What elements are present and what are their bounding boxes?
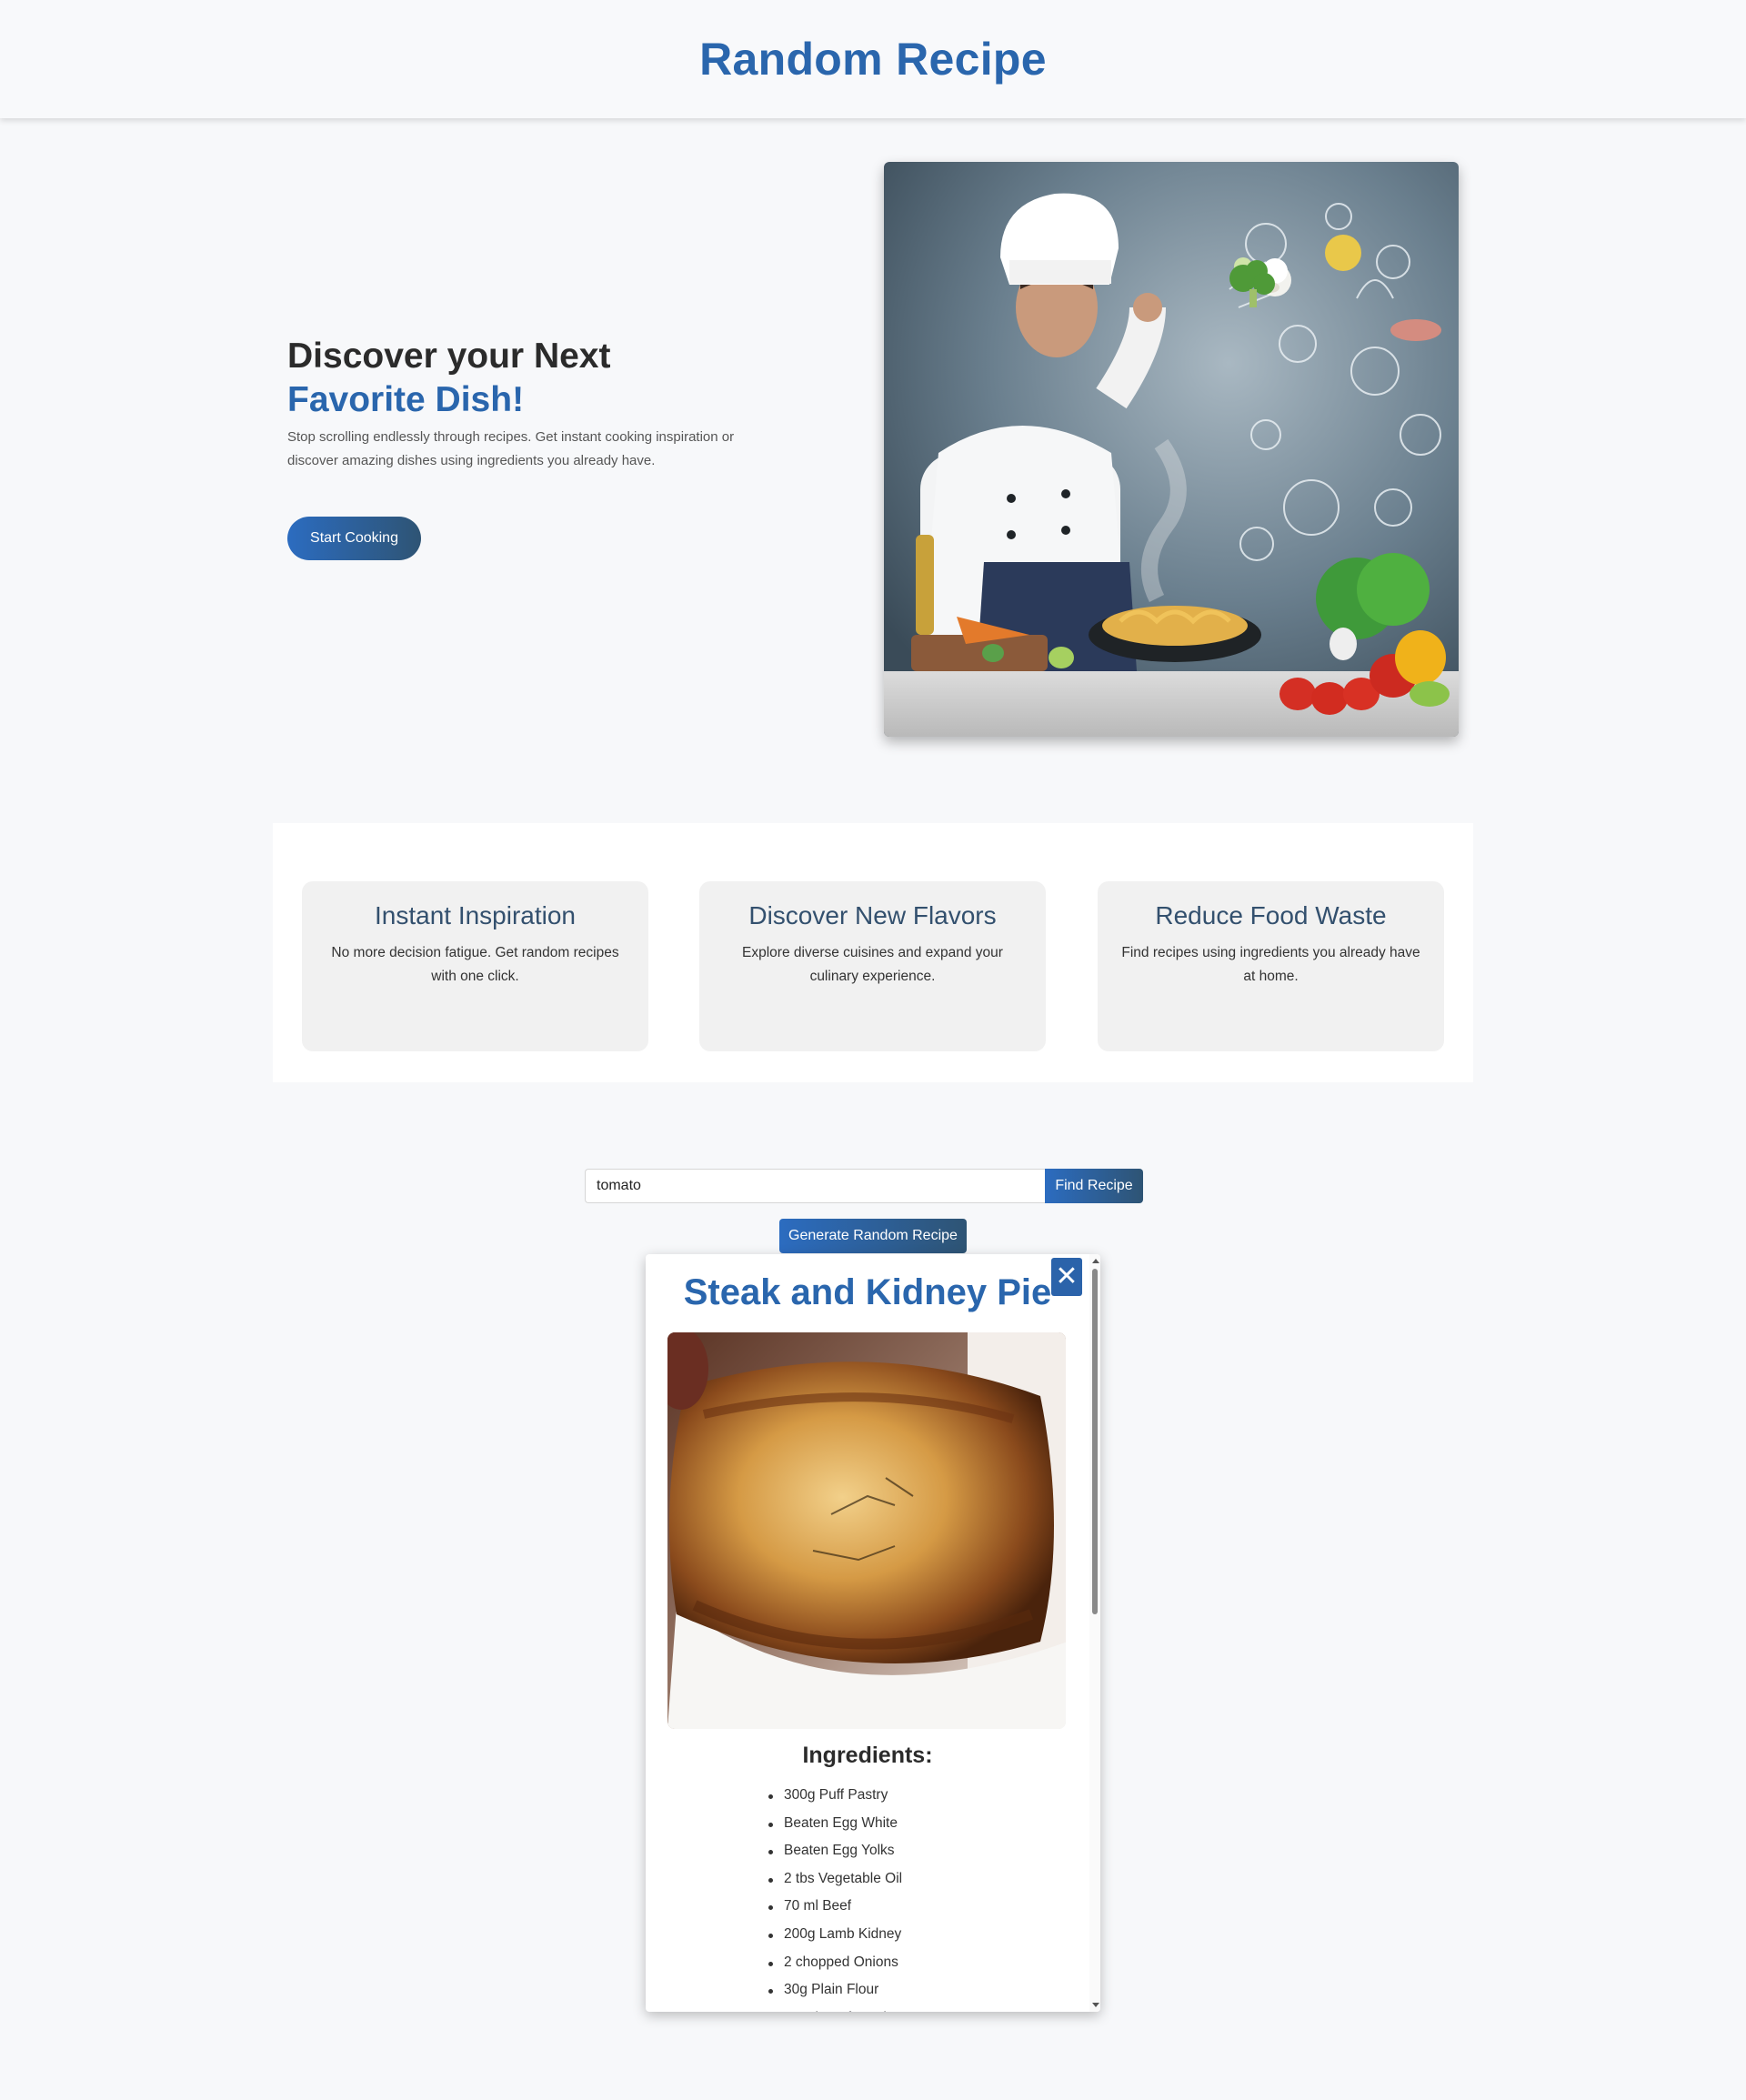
ingredient-item: 200g Lamb Kidney: [768, 1921, 902, 1949]
hero-text: Discover your Next Favorite Dish! Stop s…: [287, 335, 742, 472]
generate-random-recipe-button[interactable]: Generate Random Recipe: [779, 1219, 967, 1253]
feature-description: Explore diverse cuisines and expand your…: [742, 945, 1003, 984]
chef-illustration: [884, 162, 1459, 737]
scroll-down-arrow-icon[interactable]: [1092, 2003, 1099, 2007]
feature-description: Find recipes using ingredients you alrea…: [1121, 945, 1420, 984]
recipe-image: [667, 1332, 1066, 1729]
ingredient-item: 300g Puff Pastry: [768, 1782, 902, 1810]
feature-title: Discover New Flavors: [748, 901, 997, 929]
ingredient-item: 85 ml Beef Stock: [784, 2005, 902, 2012]
feature-description: No more decision fatigue. Get random rec…: [331, 945, 619, 984]
hero-chef-image: [884, 162, 1459, 737]
recipe-title: Steak and Kidney Pie: [683, 1272, 1052, 1312]
scroll-up-arrow-icon[interactable]: [1092, 1259, 1099, 1263]
feature-title: Reduce Food Waste: [1155, 901, 1387, 929]
site-header: Random Recipe: [0, 0, 1746, 118]
find-recipe-button[interactable]: Find Recipe: [1045, 1169, 1143, 1203]
ingredient-item: 2 chopped Onions: [768, 1949, 902, 1977]
features-section: Instant Inspiration No more decision fat…: [273, 823, 1473, 1082]
ingredient-search-input[interactable]: [585, 1169, 1045, 1203]
feature-card-instant-inspiration: Instant Inspiration No more decision fat…: [302, 881, 648, 1051]
modal-scrollbar[interactable]: [1089, 1254, 1100, 2012]
hero-heading-line1: Discover your Next: [287, 337, 611, 376]
hero-heading-accent: Favorite Dish!: [287, 380, 525, 419]
feature-title: Instant Inspiration: [374, 901, 577, 929]
ingredient-item: 70 ml Beef: [768, 1893, 902, 1921]
pie-illustration: [667, 1332, 1066, 1729]
feature-card-reduce-food-waste: Reduce Food Waste Find recipes using ing…: [1098, 881, 1444, 1051]
hero-heading: Discover your Next Favorite Dish!: [287, 335, 742, 422]
feature-card-discover-new-flavors: Discover New Flavors Explore diverse cui…: [699, 881, 1046, 1051]
ingredient-item: Beaten Egg White: [768, 1810, 902, 1838]
site-title: Random Recipe: [699, 34, 1047, 85]
start-cooking-button[interactable]: Start Cooking: [287, 517, 421, 560]
ingredients-heading: Ingredients:: [802, 1743, 933, 1768]
recipe-modal-content: ✕ Steak and Kidney Pie Ingredients: 300g…: [646, 1254, 1089, 2012]
ingredients-list: 300g Puff Pastry Beaten Egg White Beaten…: [768, 1782, 902, 2012]
ingredient-item: 30g Plain Flour: [768, 1976, 902, 2005]
recipe-modal: ✕ Steak and Kidney Pie Ingredients: 300g…: [646, 1254, 1100, 2012]
hero-description: Stop scrolling endlessly through recipes…: [287, 429, 735, 468]
ingredient-item: 2 tbs Vegetable Oil: [768, 1865, 902, 1894]
scrollbar-thumb[interactable]: [1092, 1269, 1098, 1614]
ingredient-item: Beaten Egg Yolks: [768, 1837, 902, 1865]
